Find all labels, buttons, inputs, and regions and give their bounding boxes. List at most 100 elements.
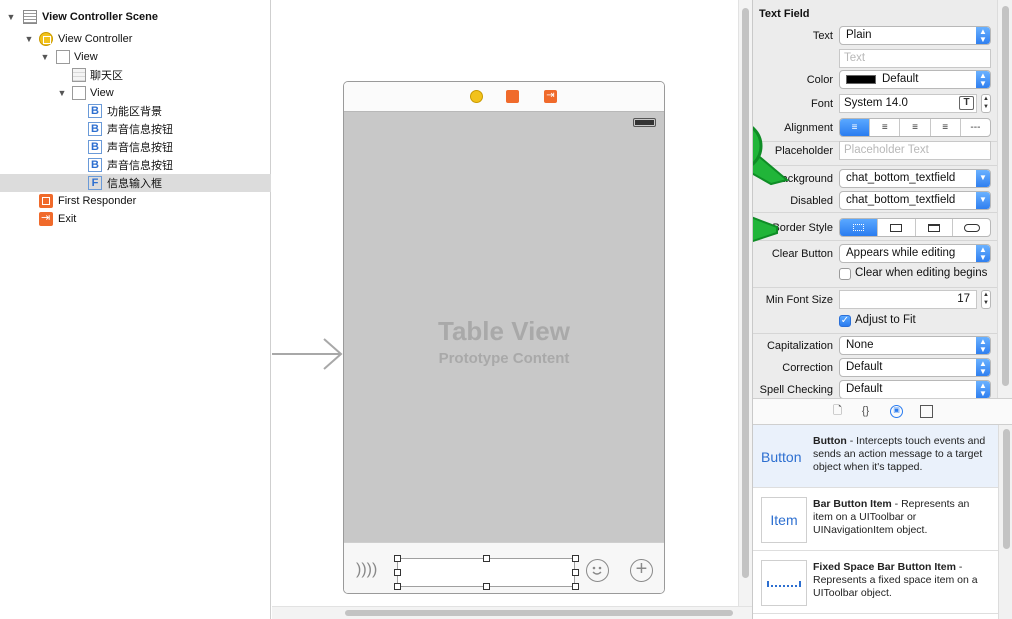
object-library-list: Button Button - Intercepts touch events … bbox=[753, 425, 998, 619]
capitalization-popup[interactable]: None ▲ ▼ bbox=[839, 336, 991, 355]
min-font-field[interactable]: 17 bbox=[839, 290, 977, 309]
fixed-space-icon bbox=[761, 560, 807, 606]
message-input-field[interactable] bbox=[394, 555, 579, 590]
canvas-horizontal-scrollbar[interactable] bbox=[272, 606, 752, 619]
view-controller-scene[interactable]: ⇥ Table View Prototype Content )))) + bbox=[343, 81, 665, 594]
entry-point-arrow-icon[interactable] bbox=[272, 338, 344, 370]
border-rounded-icon[interactable] bbox=[953, 219, 990, 236]
code-snippet-icon[interactable]: {} bbox=[859, 405, 872, 418]
view-controller-icon[interactable] bbox=[470, 90, 483, 103]
canvas-vertical-scrollbar[interactable] bbox=[738, 0, 752, 606]
disabled-combo[interactable]: chat_bottom_textfield ▼ bbox=[839, 191, 991, 210]
disclosure-triangle-icon[interactable]: ▼ bbox=[40, 52, 50, 62]
scroll-thumb[interactable] bbox=[1003, 429, 1010, 549]
outline-row-voice-button-2[interactable]: B 声音信息按钮 bbox=[0, 138, 271, 156]
outline-row-view[interactable]: ▼ View bbox=[0, 48, 271, 66]
outline-row-voice-button-3[interactable]: B 声音信息按钮 bbox=[0, 156, 271, 174]
file-template-icon[interactable]: 🗋 bbox=[831, 405, 844, 418]
resize-handle[interactable] bbox=[394, 583, 401, 590]
clear-button-popup[interactable]: Appears while editing ▲ ▼ bbox=[839, 244, 991, 263]
scroll-thumb[interactable] bbox=[1002, 6, 1009, 386]
align-justified-icon[interactable]: ≡ bbox=[931, 119, 961, 136]
border-none-icon[interactable] bbox=[840, 219, 878, 236]
voice-icon[interactable]: )))) bbox=[356, 561, 377, 579]
table-view[interactable]: Table View Prototype Content bbox=[344, 112, 664, 542]
font-size-stepper[interactable]: ▲ ▼ bbox=[981, 94, 991, 113]
outline-row-label: 声音信息按钮 bbox=[107, 142, 173, 154]
font-value: System 14.0 bbox=[844, 97, 908, 109]
alignment-segmented-control[interactable]: ≡ ≡ ≡ ≡ --- bbox=[839, 118, 991, 137]
spell-checking-popup[interactable]: Default ▲ ▼ bbox=[839, 380, 991, 398]
outline-row-view-controller[interactable]: ▼ View Controller bbox=[0, 30, 271, 48]
library-item-button[interactable]: Button Button - Intercepts touch events … bbox=[753, 425, 998, 488]
font-field[interactable]: System 14.0 T bbox=[839, 94, 977, 113]
divider bbox=[753, 212, 997, 213]
border-style-segmented-control[interactable] bbox=[839, 218, 991, 237]
exit-icon[interactable]: ⇥ bbox=[544, 90, 557, 103]
outline-row-input-field[interactable]: F 信息输入框 bbox=[0, 174, 271, 192]
align-natural-icon[interactable]: --- bbox=[961, 119, 990, 136]
divider bbox=[753, 333, 997, 334]
chevron-updown-icon: ▲ ▼ bbox=[976, 381, 990, 398]
scroll-thumb[interactable] bbox=[345, 610, 733, 616]
text-type-value: Plain bbox=[846, 29, 872, 41]
chevron-updown-icon: ▲ ▼ bbox=[976, 359, 990, 376]
resize-handle[interactable] bbox=[572, 555, 579, 562]
resize-handle[interactable] bbox=[572, 569, 579, 576]
align-right-icon[interactable]: ≡ bbox=[900, 119, 931, 136]
resize-handle[interactable] bbox=[483, 555, 490, 562]
emoji-icon[interactable] bbox=[586, 559, 609, 582]
library-item-bar-button-item[interactable]: Item Bar Button Item - Represents an ite… bbox=[753, 488, 998, 551]
outline-row-function-bg[interactable]: B 功能区背景 bbox=[0, 102, 271, 120]
adjust-to-fit-label: Adjust to Fit bbox=[855, 314, 916, 326]
correction-value: Default bbox=[846, 361, 883, 373]
resize-handle[interactable] bbox=[394, 555, 401, 562]
scroll-thumb[interactable] bbox=[742, 8, 749, 578]
border-line-icon[interactable] bbox=[878, 219, 916, 236]
text-type-popup[interactable]: Plain ▲ ▼ bbox=[839, 26, 991, 45]
outline-row-chat-area[interactable]: 聊天区 bbox=[0, 66, 271, 84]
correction-popup[interactable]: Default ▲ ▼ bbox=[839, 358, 991, 377]
text-field[interactable]: Text bbox=[839, 49, 991, 68]
resize-handle[interactable] bbox=[572, 583, 579, 590]
clear-editing-label: Clear when editing begins bbox=[855, 267, 988, 279]
outline-row-subview[interactable]: ▼ View bbox=[0, 84, 271, 102]
divider bbox=[753, 165, 997, 166]
disclosure-triangle-icon[interactable]: ▼ bbox=[57, 88, 67, 98]
object-library-icon[interactable]: ▣ bbox=[890, 405, 903, 418]
outline-row-first-responder[interactable]: First Responder bbox=[0, 192, 271, 210]
color-popup[interactable]: Default ▲ ▼ bbox=[839, 70, 991, 89]
outline-row-label: View bbox=[74, 51, 98, 63]
media-library-icon[interactable] bbox=[920, 405, 933, 418]
background-combo[interactable]: chat_bottom_textfield ▼ bbox=[839, 169, 991, 188]
resize-handle[interactable] bbox=[483, 583, 490, 590]
color-value: Default bbox=[882, 73, 919, 85]
outline-row-exit[interactable]: Exit bbox=[0, 210, 271, 228]
first-responder-icon[interactable] bbox=[506, 90, 519, 103]
disclosure-triangle-icon[interactable]: ▼ bbox=[24, 34, 34, 44]
annotation-check-badge-icon bbox=[753, 126, 789, 186]
library-item-name: Fixed Space Bar Button Item bbox=[813, 561, 956, 573]
align-left-icon[interactable]: ≡ bbox=[840, 119, 871, 136]
spell-checking-value: Default bbox=[846, 383, 883, 395]
library-scrollbar[interactable] bbox=[998, 425, 1012, 619]
clear-button-label: Clear Button bbox=[771, 248, 833, 260]
placeholder-field[interactable]: Placeholder Text bbox=[839, 141, 991, 160]
adjust-to-fit-checkbox[interactable]: ✓ bbox=[839, 315, 851, 327]
border-bezel-icon[interactable] bbox=[916, 219, 954, 236]
align-center-icon[interactable]: ≡ bbox=[870, 119, 901, 136]
table-view-icon bbox=[72, 68, 86, 82]
outline-row-label: 声音信息按钮 bbox=[107, 160, 173, 172]
outline-row-scene[interactable]: ▼ View Controller Scene bbox=[0, 8, 271, 26]
inspector-scrollbar[interactable] bbox=[997, 0, 1012, 398]
font-picker-icon[interactable]: T bbox=[959, 96, 974, 110]
outline-row-voice-button-1[interactable]: B 声音信息按钮 bbox=[0, 120, 271, 138]
min-font-label: Min Font Size bbox=[765, 294, 833, 306]
button-preview: Button bbox=[761, 449, 802, 465]
resize-handle[interactable] bbox=[394, 569, 401, 576]
disclosure-triangle-icon[interactable]: ▼ bbox=[6, 12, 16, 22]
clear-editing-checkbox[interactable] bbox=[839, 268, 851, 280]
library-item-fixed-space[interactable]: Fixed Space Bar Button Item - Represents… bbox=[753, 551, 998, 614]
min-font-stepper[interactable]: ▲ ▼ bbox=[981, 290, 991, 309]
add-icon[interactable]: + bbox=[630, 559, 653, 582]
